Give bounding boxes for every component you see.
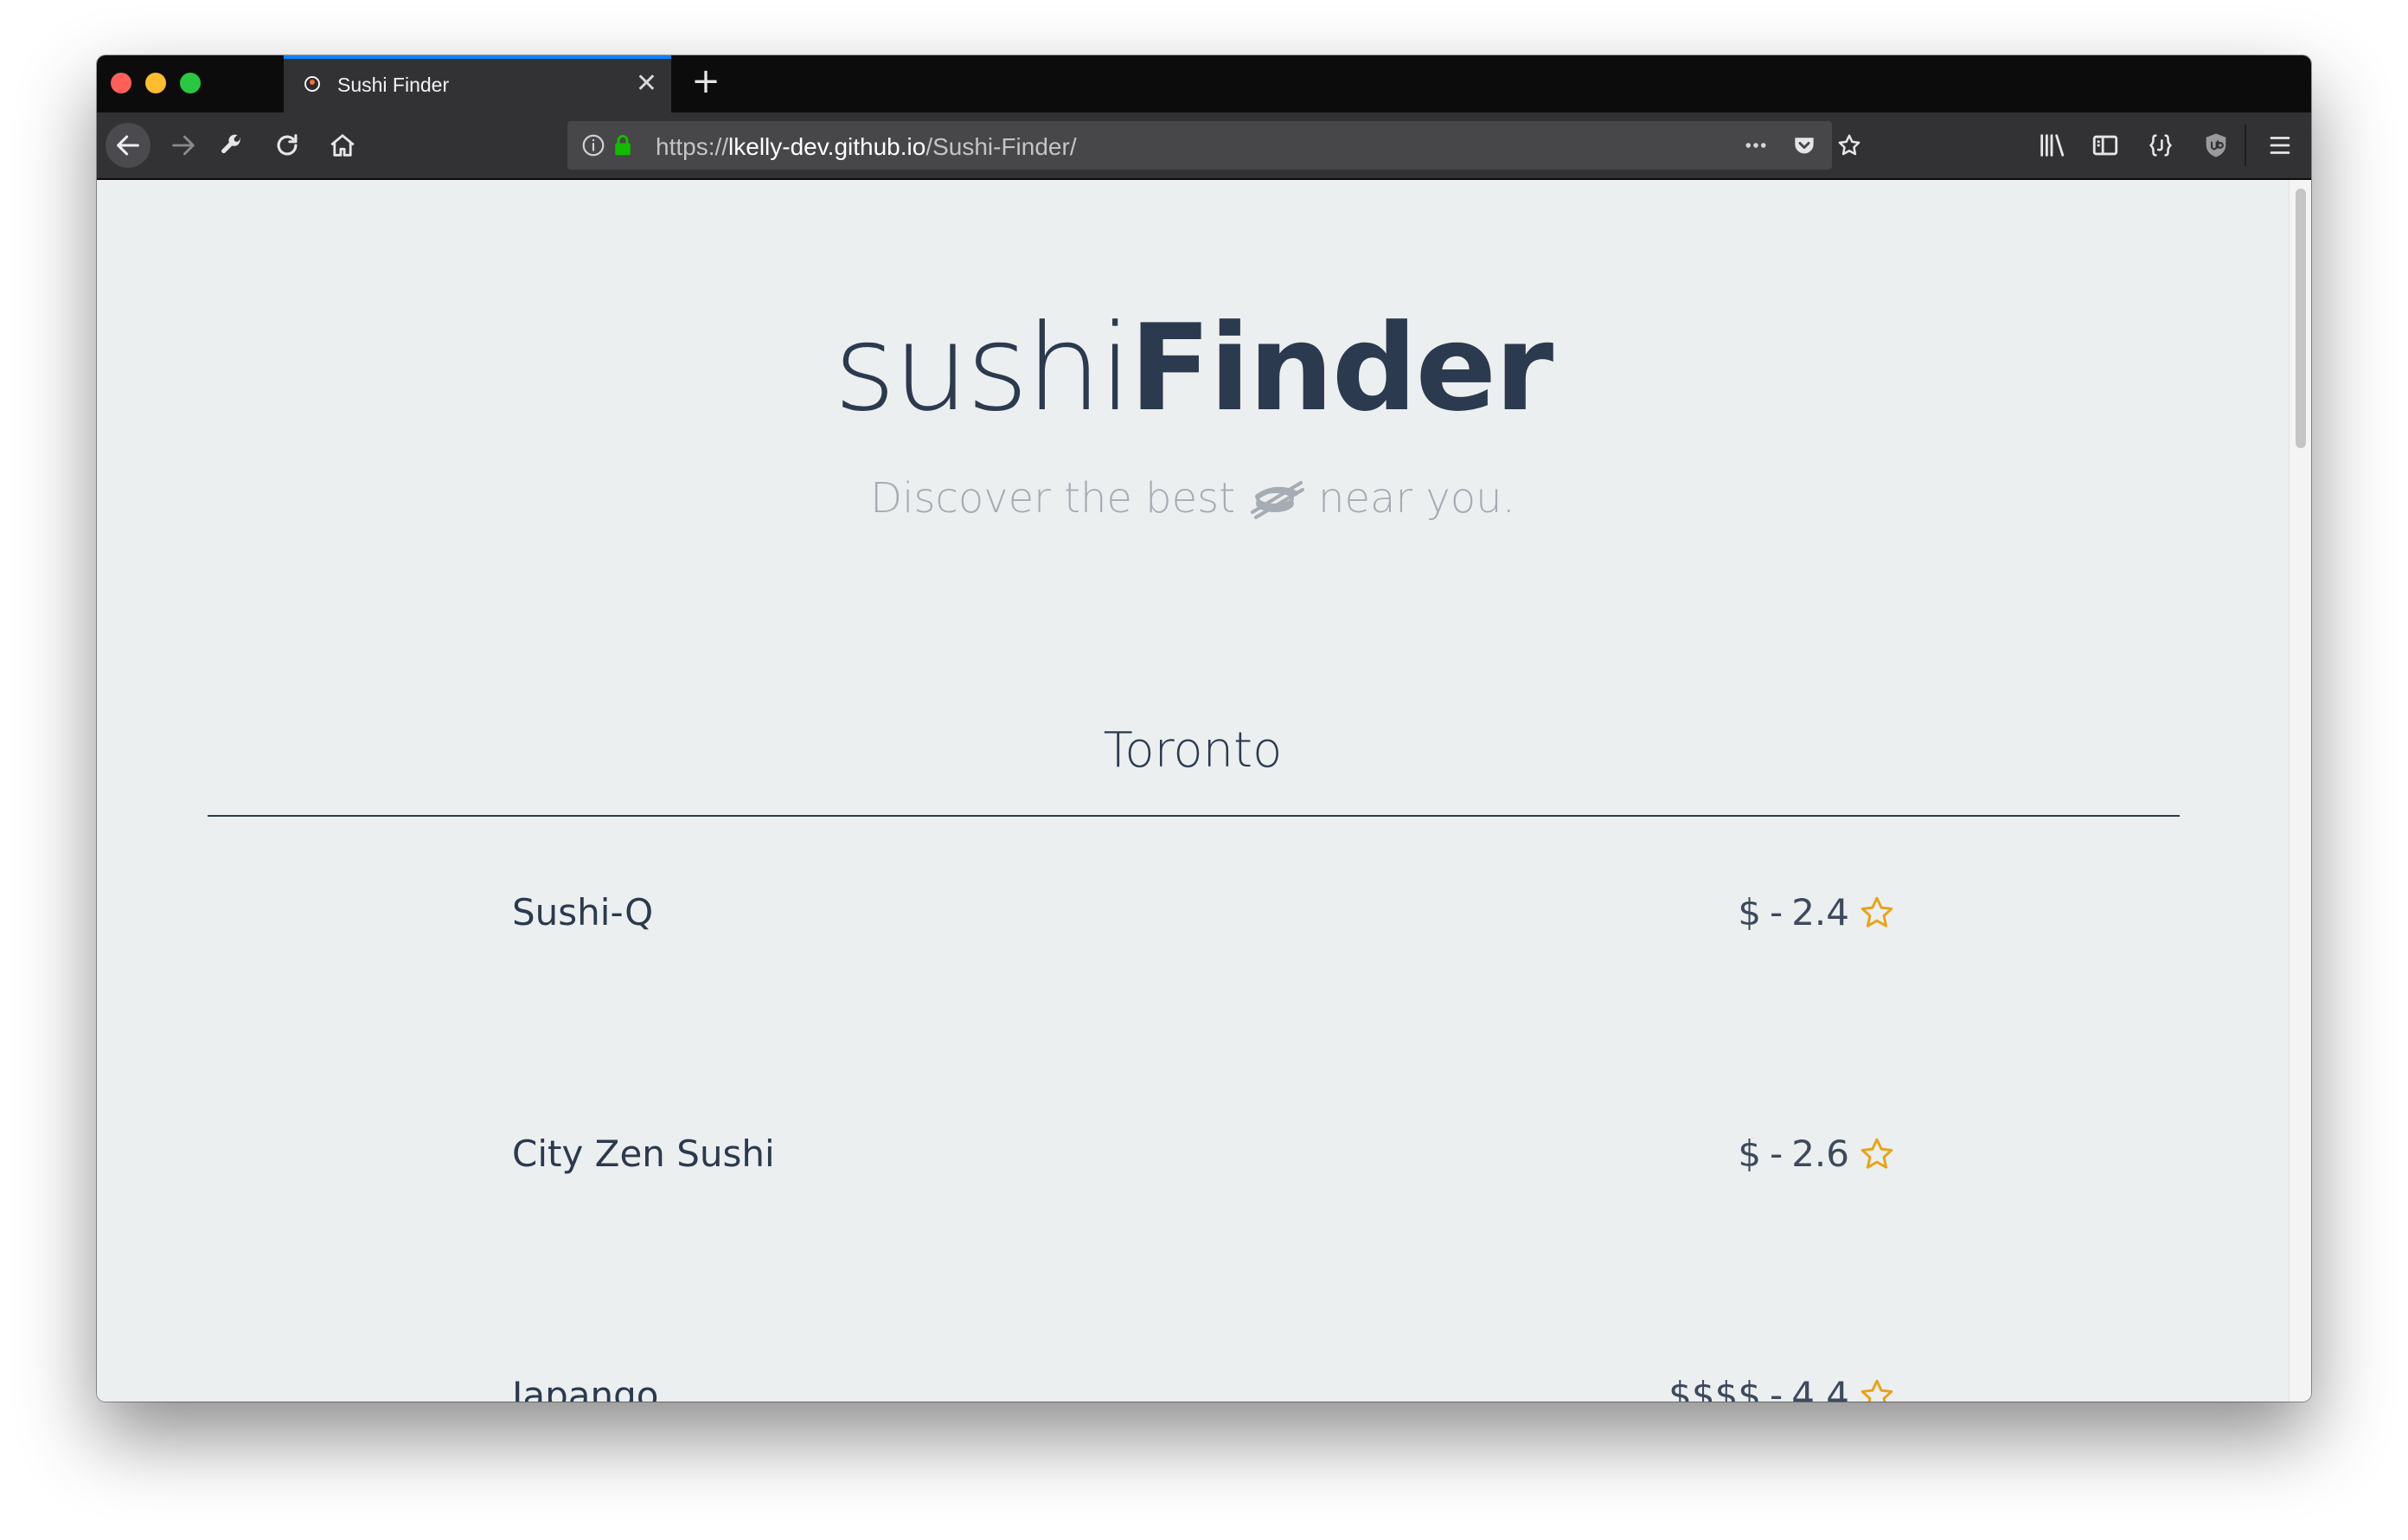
forward-icon	[172, 135, 195, 156]
star-icon[interactable]	[1834, 130, 1865, 161]
star-rating-icon	[1860, 1138, 1893, 1169]
meta-separator: -	[1770, 1374, 1784, 1402]
city-heading: Toronto	[1103, 722, 1283, 779]
home-icon	[330, 134, 355, 157]
home-button[interactable]	[320, 123, 365, 168]
star-rating-icon	[1860, 1379, 1893, 1402]
restaurant-name[interactable]: City Zen Sushi	[512, 1133, 775, 1175]
tagline-after: near you.	[1318, 474, 1515, 523]
page-content: sushiFinder Discover the best near you. …	[97, 180, 2289, 1402]
restaurant-row[interactable]: Japango $$$$ - 4.4	[512, 1374, 1896, 1402]
json-icon	[2149, 134, 2173, 157]
site-logo[interactable]: sushiFinder	[97, 299, 2289, 438]
url-text[interactable]: https://lkelly-dev.github.io/Sushi-Finde…	[656, 133, 1077, 161]
restaurant-name[interactable]: Sushi-Q	[512, 891, 653, 934]
star-rating-icon	[1860, 896, 1893, 927]
restaurant-rating: 4.4	[1791, 1374, 1849, 1402]
sushi-favicon-icon	[304, 76, 320, 92]
vertical-scrollbar[interactable]	[2289, 180, 2311, 1402]
json-viewer-button[interactable]	[2138, 123, 2183, 168]
shield-icon	[2206, 133, 2226, 157]
sidebar-icon	[2092, 135, 2118, 156]
restaurant-name[interactable]: Japango	[512, 1374, 659, 1402]
pocket-icon[interactable]	[1789, 130, 1820, 161]
library-button[interactable]	[2029, 123, 2074, 168]
library-icon	[2040, 134, 2065, 157]
forward-button[interactable]	[161, 123, 206, 168]
wrench-icon	[221, 134, 241, 154]
logo-bold-text: Finder	[1129, 298, 1553, 438]
sushi-icon	[1251, 481, 1305, 519]
tab-title: Sushi Finder	[337, 74, 450, 96]
restaurant-price: $	[1738, 1133, 1762, 1175]
minimize-window-button[interactable]	[145, 73, 166, 93]
ublock-button[interactable]	[2193, 123, 2238, 168]
url-host: lkelly-dev.github.io	[728, 133, 926, 160]
info-icon[interactable]	[578, 130, 609, 161]
back-button[interactable]	[106, 123, 150, 168]
developer-tools-button[interactable]	[209, 123, 254, 168]
logo-light-text: sushi	[833, 298, 1132, 438]
back-icon	[117, 135, 139, 156]
tab-strip: Sushi Finder ✕ +	[97, 55, 2311, 112]
lock-icon[interactable]	[607, 130, 638, 161]
restaurant-rating: 2.4	[1791, 891, 1849, 934]
url-path: /Sushi-Finder/	[925, 133, 1077, 160]
city-divider	[208, 815, 2180, 817]
tab-close-icon[interactable]: ✕	[636, 69, 657, 99]
restaurant-row[interactable]: Sushi-Q $ - 2.4	[512, 891, 1896, 960]
navigation-bar: https://lkelly-dev.github.io/Sushi-Finde…	[97, 112, 2311, 180]
scrollbar-thumb[interactable]	[2296, 189, 2306, 448]
meta-separator: -	[1770, 1133, 1784, 1175]
browser-window: Sushi Finder ✕ + https://lkelly-dev.gith…	[97, 55, 2311, 1402]
reload-icon	[277, 134, 298, 156]
restaurant-rating: 2.6	[1791, 1133, 1849, 1175]
tagline-before: Discover the best	[870, 474, 1236, 523]
url-scheme: https://	[656, 133, 729, 160]
more-icon[interactable]	[1740, 130, 1771, 161]
restaurant-meta: $ - 2.4	[1738, 891, 1896, 934]
tagline: Discover the best near you.	[97, 474, 2289, 523]
restaurant-meta: $$$$ - 4.4	[1668, 1374, 1896, 1402]
reload-button[interactable]	[265, 123, 310, 168]
tab-sushi-finder[interactable]: Sushi Finder ✕	[284, 55, 671, 112]
close-window-button[interactable]	[111, 73, 131, 93]
meta-separator: -	[1770, 891, 1784, 934]
url-bar[interactable]: https://lkelly-dev.github.io/Sushi-Finde…	[567, 121, 1860, 170]
sidebar-button[interactable]	[2083, 123, 2128, 168]
toolbar-separator	[2245, 125, 2246, 166]
restaurant-price: $$$$	[1668, 1374, 1762, 1402]
menu-button[interactable]	[2258, 123, 2302, 168]
menu-icon	[2270, 137, 2290, 154]
maximize-window-button[interactable]	[180, 73, 201, 93]
restaurant-price: $	[1738, 891, 1762, 934]
restaurant-meta: $ - 2.6	[1738, 1133, 1896, 1175]
restaurant-row[interactable]: City Zen Sushi $ - 2.6	[512, 1133, 1896, 1202]
new-tab-button[interactable]: +	[685, 61, 727, 102]
